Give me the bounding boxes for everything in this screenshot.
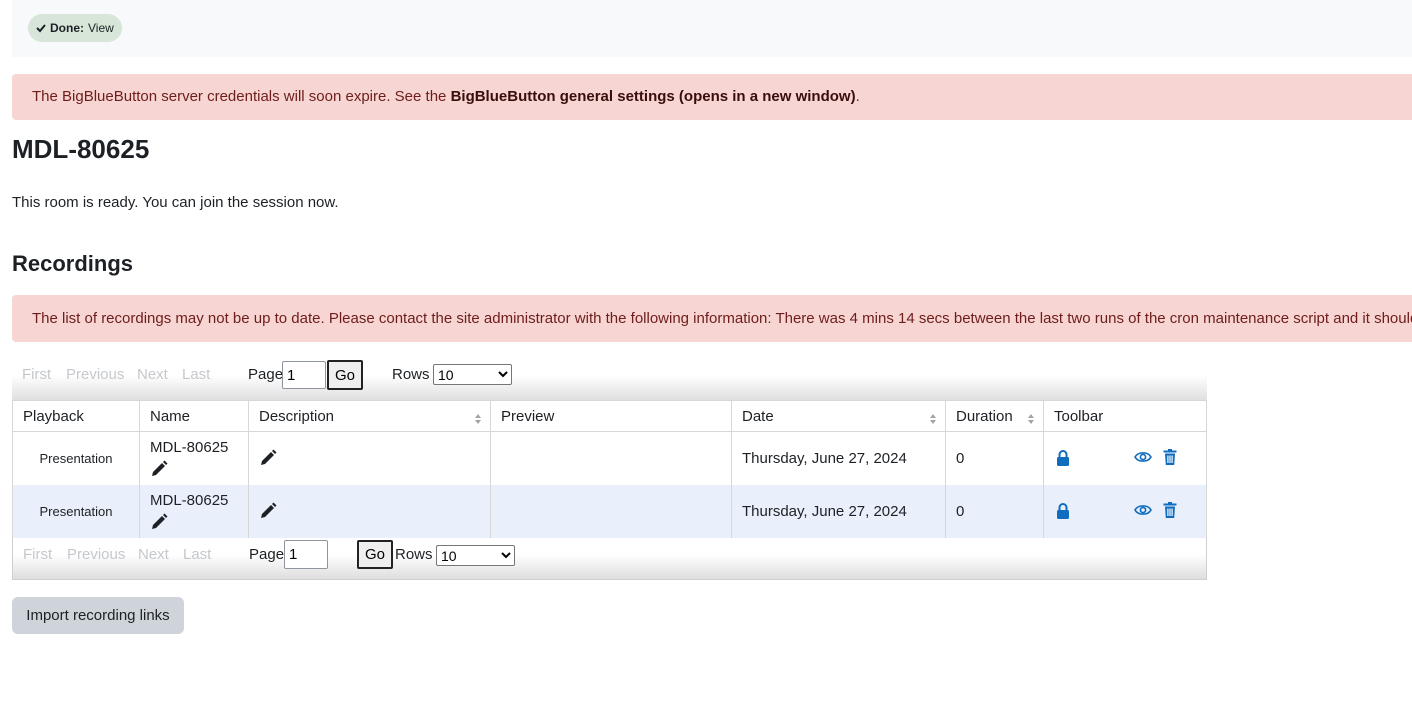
date-cell: Thursday, June 27, 2024 (731, 484, 946, 538)
rows-label: Rows (395, 546, 433, 563)
credentials-alert-suffix: . (855, 88, 860, 105)
pager-first[interactable]: First (22, 366, 51, 383)
header-date[interactable]: Date (731, 400, 946, 432)
recordings-table: Playback Name Description Preview Date D… (12, 400, 1207, 538)
activity-completion-bar (12, 0, 1412, 57)
lock-icon[interactable] (1056, 450, 1070, 466)
recordings-heading: Recordings (12, 251, 134, 276)
go-button[interactable]: Go (357, 540, 394, 569)
header-date-label: Date (742, 407, 774, 425)
table-row: Presentation MDL-80625 Thursday, June 27… (12, 484, 1207, 538)
check-icon (36, 24, 46, 33)
credentials-alert: The BigBlueButton server credentials wil… (12, 74, 1412, 120)
pager-previous[interactable]: Previous (67, 546, 125, 563)
room-status-text: This room is ready. You can join the ses… (12, 194, 339, 211)
rows-select[interactable]: 10 (436, 545, 515, 566)
header-duration[interactable]: Duration (945, 400, 1044, 432)
page-title: MDL-80625 (12, 134, 150, 164)
completion-value: View (88, 21, 114, 35)
name-cell: MDL-80625 (139, 431, 249, 485)
go-button[interactable]: Go (327, 360, 364, 390)
description-cell (248, 484, 491, 538)
header-toolbar: Toolbar (1043, 400, 1207, 432)
lock-icon[interactable] (1056, 502, 1070, 519)
recording-name: MDL-80625 (150, 492, 229, 509)
completion-label: Done: (50, 21, 84, 35)
sort-icon[interactable] (1027, 413, 1035, 425)
page-input[interactable] (282, 361, 326, 389)
rows-label: Rows (392, 366, 430, 383)
pencil-icon[interactable] (150, 513, 168, 531)
name-cell: MDL-80625 (139, 484, 249, 538)
trash-icon[interactable] (1163, 501, 1177, 518)
sort-icon[interactable] (474, 413, 482, 425)
toolbar-cell (1043, 431, 1207, 485)
pager-last[interactable]: Last (182, 366, 210, 383)
toolbar-cell (1043, 484, 1207, 538)
table-row: Presentation MDL-80625 Thursday, June 27… (12, 431, 1207, 485)
table-header-row: Playback Name Description Preview Date D… (12, 400, 1207, 432)
pencil-icon[interactable] (259, 502, 277, 520)
header-playback: Playback (12, 400, 140, 432)
pager-first[interactable]: First (23, 546, 52, 563)
pencil-icon[interactable] (150, 460, 168, 478)
import-recording-links-button[interactable]: Import recording links (12, 597, 184, 634)
pager-next[interactable]: Next (137, 366, 168, 383)
eye-icon[interactable] (1134, 450, 1152, 464)
playback-link[interactable]: Presentation (12, 431, 140, 485)
description-cell (248, 431, 491, 485)
preview-cell (490, 484, 732, 538)
duration-cell: 0 (945, 431, 1044, 485)
bbb-settings-link[interactable]: BigBlueButton general settings (opens in… (451, 88, 856, 105)
pager-top: First Previous Next Last Page Go Rows 10 (12, 358, 1207, 401)
rows-select[interactable]: 10 (433, 364, 512, 385)
recordings-warning-alert: The list of recordings may not be up to … (12, 295, 1412, 342)
header-description[interactable]: Description (248, 400, 491, 432)
header-description-label: Description (259, 407, 335, 425)
page-input[interactable] (284, 540, 328, 569)
recordings-warning-text: The list of recordings may not be up to … (32, 310, 1412, 327)
pager-bottom: First Previous Next Last Page Go Rows 10 (12, 538, 1207, 580)
completion-badge: Done: View (28, 14, 122, 42)
sort-icon[interactable] (929, 413, 937, 425)
playback-link[interactable]: Presentation (12, 484, 140, 538)
trash-icon[interactable] (1163, 449, 1177, 465)
preview-cell (490, 431, 732, 485)
pager-previous[interactable]: Previous (66, 366, 124, 383)
pencil-icon[interactable] (259, 449, 277, 467)
duration-cell: 0 (945, 484, 1044, 538)
header-preview: Preview (490, 400, 732, 432)
eye-icon[interactable] (1134, 503, 1152, 517)
pager-next[interactable]: Next (138, 546, 169, 563)
header-name: Name (139, 400, 249, 432)
page-label: Page (248, 366, 284, 383)
header-duration-label: Duration (956, 407, 1013, 425)
date-cell: Thursday, June 27, 2024 (731, 431, 946, 485)
pager-last[interactable]: Last (183, 546, 211, 563)
recording-name: MDL-80625 (150, 439, 229, 457)
page-label: Page (249, 546, 285, 563)
credentials-alert-text: The BigBlueButton server credentials wil… (32, 88, 451, 105)
